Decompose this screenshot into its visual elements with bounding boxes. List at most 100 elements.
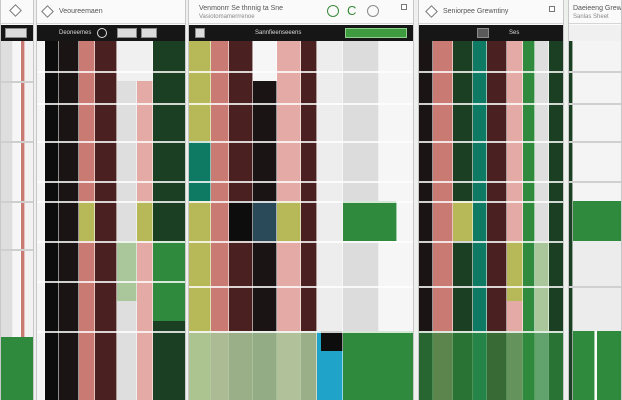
row-divider [189,71,413,73]
row-divider [419,71,563,73]
grid-cell[interactable] [137,201,153,241]
grid-cell[interactable] [573,201,621,241]
grid-cell[interactable] [229,201,253,241]
toolbar-label: Deoneemes [59,30,92,36]
grid-cell[interactable] [343,201,397,241]
panel-header: Venmonrr Se thnnig ta Sne Vasiotomamerrr… [189,0,413,24]
row-divider [37,241,185,243]
row-divider [37,201,185,203]
refresh-icon[interactable]: C [347,4,356,18]
toolbar-button[interactable] [195,28,205,38]
row-divider [189,201,413,203]
checkbox-icon[interactable] [549,6,555,12]
panel-header [1,0,33,24]
toolbar-button[interactable] [345,28,407,38]
row-divider [37,281,185,283]
grid-column[interactable] [25,41,33,337]
row-divider [1,249,33,251]
row-divider [419,181,563,183]
panel-toolbar: Ses [419,25,563,41]
grid-cell[interactable] [79,201,95,241]
row-divider [37,141,185,143]
grid-cell[interactable] [507,241,523,301]
grid-cell[interactable] [343,331,413,400]
sync-icon[interactable] [367,5,379,17]
row-divider [569,286,621,288]
grid-column[interactable] [45,41,59,400]
row-divider [189,141,413,143]
grid-cell[interactable] [117,241,137,301]
panel-subtitle: Vasiotomamerrrenoe [199,14,255,20]
grid-cell[interactable] [419,331,563,400]
panel-toolbar: Deoneemes [37,25,185,41]
grid-cell[interactable] [1,337,33,400]
grid-column[interactable] [569,41,621,201]
sheet-panel-4: Seniorpee Grewntiny Ses [418,0,564,400]
checkmark-icon[interactable] [327,5,339,17]
panel-toolbar [569,25,621,42]
grid-column[interactable] [153,41,185,400]
row-divider [419,103,563,105]
grid-cell[interactable] [117,41,153,81]
row-divider [419,286,563,288]
row-divider [37,181,185,183]
sheet-panel-3: Venmonrr Se thnnig ta Sne Vasiotomamerrr… [188,0,414,400]
grid-column[interactable] [117,41,137,400]
row-divider [419,331,563,333]
grid-cell[interactable] [253,41,277,81]
sheet-panel-5: Daeieeng Grewei Sanlas Sheet [568,0,622,400]
row-divider [1,141,33,143]
row-divider [569,181,621,183]
grid-cell[interactable] [453,201,473,241]
grid-cell[interactable] [321,331,343,351]
sheet-grid[interactable] [1,41,33,400]
grid-cell[interactable] [189,331,317,400]
toolbar-button[interactable] [141,28,157,38]
row-divider [419,201,563,203]
diamond-icon[interactable] [9,4,22,17]
toolbar-button[interactable] [5,28,27,38]
panel-toolbar: Sannfieenseeens [189,25,413,41]
grid-cell[interactable] [253,201,277,241]
panel-header: Seniorpee Grewntiny [419,0,563,24]
row-divider [37,103,185,105]
panel-title: Seniorpee Grewntiny [443,8,509,15]
toolbar-button[interactable] [117,28,137,38]
panel-header: Veoureemaen [37,0,185,24]
row-divider [37,331,185,333]
grid-cell[interactable] [189,141,211,201]
panel-toolbar [1,25,33,41]
grid-column[interactable] [1,41,13,337]
sheet-grid[interactable] [419,41,563,400]
toolbar-label: Ses [509,30,520,36]
row-divider [189,103,413,105]
grid-column[interactable] [59,41,79,400]
panel-subtitle: Sanlas Sheet [573,14,609,20]
grid-column[interactable] [95,41,117,400]
row-divider [569,71,621,73]
row-divider [37,71,185,73]
row-divider [189,181,413,183]
panel-title: Daeieeng Grewei [573,5,622,12]
panel-header: Daeieeng Grewei Sanlas Sheet [569,0,621,24]
sheet-grid[interactable] [37,41,185,400]
row-divider [1,81,33,83]
row-divider [1,201,33,203]
sheet-grid[interactable] [569,41,621,400]
sheet-panel-2: Veoureemaen Deoneemes [36,0,186,400]
row-divider [419,241,563,243]
row-divider [569,141,621,143]
row-divider [189,241,413,243]
sheet-grid[interactable] [189,41,413,400]
grid-cell[interactable] [597,331,621,400]
grid-column[interactable] [37,41,45,400]
toolbar-button[interactable] [477,28,489,38]
diamond-icon[interactable] [41,5,54,18]
diamond-icon[interactable] [425,5,438,18]
grid-cell[interactable] [277,201,301,241]
refresh-icon[interactable] [97,28,107,38]
grid-column[interactable] [13,41,21,337]
checkbox-icon[interactable] [401,4,407,10]
row-divider [189,331,413,333]
grid-cell[interactable] [573,331,595,400]
